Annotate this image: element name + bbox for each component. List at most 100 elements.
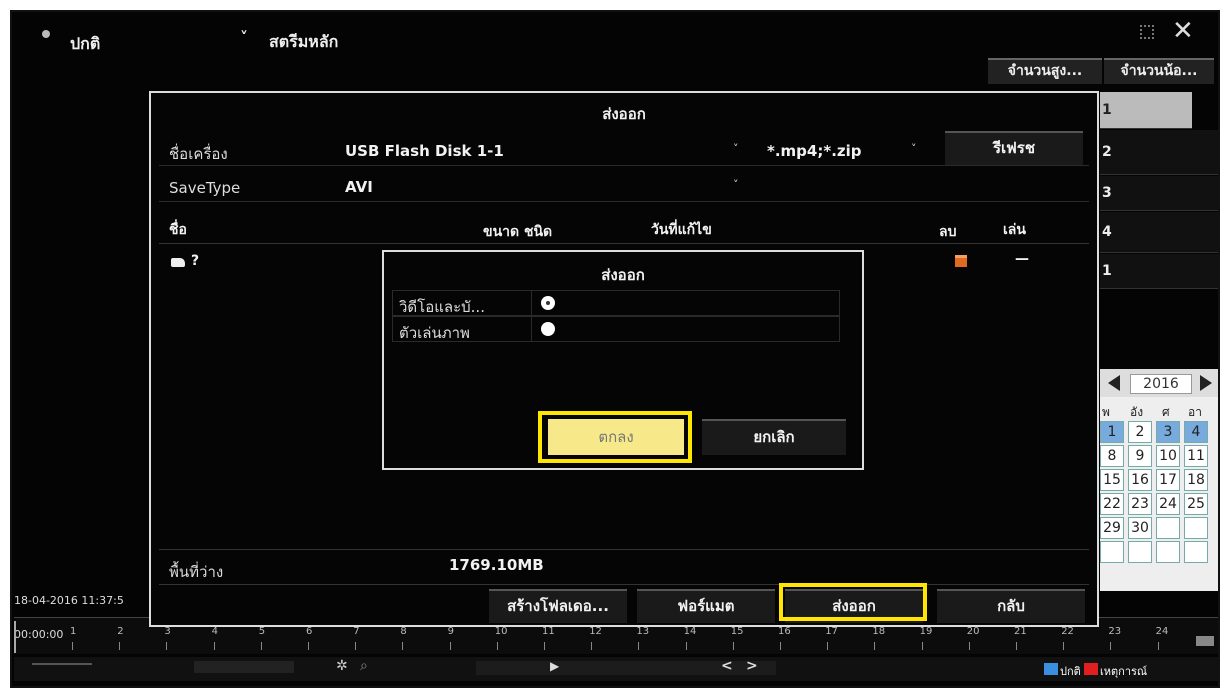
calendar-day[interactable]: 4 bbox=[1184, 421, 1208, 443]
fullscreen-icon[interactable] bbox=[1140, 25, 1154, 39]
clip-tools[interactable] bbox=[194, 661, 294, 673]
calendar-day[interactable]: 3 bbox=[1156, 421, 1180, 443]
cancel-button[interactable]: ยกเลิก bbox=[702, 419, 846, 455]
play-dash[interactable]: — bbox=[1015, 251, 1029, 267]
option-player-radio[interactable] bbox=[541, 322, 555, 336]
calendar-day[interactable] bbox=[1156, 517, 1180, 539]
search-icon[interactable]: ⌕ bbox=[360, 658, 368, 674]
calendar-day[interactable]: 9 bbox=[1128, 445, 1152, 467]
camera-item[interactable]: 1 bbox=[1100, 92, 1192, 129]
ok-button[interactable]: ตกลง bbox=[548, 419, 684, 455]
chevron-down-icon[interactable]: ˅ bbox=[240, 28, 248, 47]
camera-item[interactable]: 4 bbox=[1100, 212, 1218, 253]
trash-icon[interactable] bbox=[955, 255, 967, 267]
timeline-hour-tick bbox=[1016, 642, 1017, 650]
calendar-day[interactable]: 22 bbox=[1100, 493, 1124, 515]
format-button[interactable]: ฟอร์แมต bbox=[637, 589, 775, 623]
calendar-day[interactable]: 15 bbox=[1100, 469, 1124, 491]
savetype-value: AVI bbox=[345, 178, 373, 196]
timeline-hour-tick bbox=[213, 642, 215, 650]
calendar-day[interactable]: 25 bbox=[1184, 493, 1208, 515]
sort-low-button[interactable]: จำนวนน้อ... bbox=[1104, 58, 1214, 84]
col-delete: ลบ bbox=[939, 224, 957, 240]
camera-item[interactable]: 1 bbox=[1100, 254, 1218, 289]
option-row-player[interactable]: ตัวเล่นภาพ bbox=[392, 316, 840, 342]
mode-radio-icon[interactable] bbox=[42, 30, 50, 38]
volume-slider[interactable] bbox=[32, 663, 92, 665]
prev-year-icon[interactable] bbox=[1108, 375, 1120, 391]
legend-normal-swatch bbox=[1044, 663, 1058, 675]
timeline-hour-label: 12 bbox=[589, 626, 602, 637]
device-label: ชื่อเครื่อง bbox=[169, 145, 228, 163]
weekday-label: ศ bbox=[1162, 405, 1170, 419]
weekday-label: อา bbox=[1188, 405, 1202, 419]
timeline-hour-label: 9 bbox=[447, 626, 454, 637]
timeline-hour-tick bbox=[780, 642, 781, 650]
mode-label[interactable]: ปกติ bbox=[70, 32, 100, 57]
zoom-button[interactable] bbox=[1196, 636, 1214, 646]
datetime-label: 18-04-2016 11:37:5 bbox=[14, 594, 124, 607]
folder-icon bbox=[171, 258, 185, 267]
calendar-day[interactable]: 11 bbox=[1184, 445, 1208, 467]
prev-frame-icon[interactable]: < bbox=[721, 658, 733, 674]
timeline-hour-label: 8 bbox=[400, 626, 407, 637]
calendar-day[interactable]: 16 bbox=[1128, 469, 1152, 491]
timeline-hour-label: 20 bbox=[966, 626, 980, 637]
chevron-down-icon: ˅ bbox=[733, 142, 739, 155]
calendar-day[interactable]: 10 bbox=[1156, 445, 1180, 467]
timeline-hour-tick bbox=[685, 642, 687, 650]
filter-value: *.mp4;*.zip bbox=[767, 142, 862, 160]
timeline-hour-label: 23 bbox=[1108, 626, 1122, 637]
calendar-day[interactable]: 8 bbox=[1100, 445, 1124, 467]
radio-dot bbox=[546, 301, 550, 305]
timeline-hour-label: 17 bbox=[825, 626, 838, 637]
stream-select[interactable]: สตรีมหลัก bbox=[269, 30, 338, 55]
next-frame-icon[interactable]: > bbox=[746, 658, 758, 674]
camera-item[interactable]: 3 bbox=[1100, 176, 1218, 211]
close-icon[interactable]: ✕ bbox=[1172, 18, 1194, 44]
col-name: ชื่อ bbox=[169, 222, 187, 238]
settings-gear-icon[interactable]: ✲ bbox=[336, 658, 348, 674]
calendar-day-empty bbox=[1100, 541, 1124, 563]
calendar-day[interactable]: 18 bbox=[1184, 469, 1208, 491]
calendar: 2016 พ อัง ศ อา 1 2 3 4 8 9 10 11 15 16 … bbox=[1100, 369, 1218, 591]
calendar-day[interactable]: 29 bbox=[1100, 517, 1124, 539]
timeline-hour-tick bbox=[119, 642, 121, 650]
camera-item[interactable]: 2 bbox=[1100, 130, 1218, 175]
calendar-day[interactable]: 2 bbox=[1128, 421, 1152, 443]
sort-high-button[interactable]: จำนวนสูง... bbox=[988, 58, 1102, 84]
dvr-screen: ปกติ ˅ สตรีมหลัก ✕ จำนวนสูง... จำนวนน้อ.… bbox=[10, 10, 1220, 688]
timeline-hour-label: 11 bbox=[542, 626, 555, 637]
calendar-day[interactable] bbox=[1184, 517, 1208, 539]
timeline-hour-label: 7 bbox=[353, 626, 360, 637]
calendar-day[interactable]: 1 bbox=[1100, 421, 1124, 443]
free-space-value: 1769.10MB bbox=[449, 556, 544, 574]
create-folder-button[interactable]: สร้างโฟลเดอ... bbox=[489, 589, 627, 623]
back-button[interactable]: กลับ bbox=[937, 589, 1085, 623]
option-row-video[interactable]: วิดีโอและบั... bbox=[392, 290, 840, 316]
timeline-hour-tick bbox=[544, 642, 545, 650]
export-options-dialog: ส่งออก วิดีโอและบั... ตัวเล่นภาพ ตกลง ยก… bbox=[382, 250, 864, 470]
filter-select[interactable]: *.mp4;*.zip ˅ bbox=[763, 131, 919, 165]
timeline-hour-label: 2 bbox=[117, 626, 124, 637]
timeline-hour-tick bbox=[496, 642, 498, 650]
timeline-hour-label: 13 bbox=[636, 626, 650, 637]
divider bbox=[531, 291, 532, 315]
refresh-button[interactable]: รีเฟรช bbox=[945, 131, 1083, 165]
free-space-label: พื้นที่ว่าง bbox=[169, 563, 224, 581]
calendar-day[interactable]: 23 bbox=[1128, 493, 1152, 515]
timeline-hour-label: 10 bbox=[494, 626, 508, 637]
timeline-hour-label: 21 bbox=[1014, 626, 1027, 637]
next-year-icon[interactable] bbox=[1200, 375, 1212, 391]
device-select[interactable]: USB Flash Disk 1-1 ˅ bbox=[335, 131, 755, 165]
option-video-radio[interactable] bbox=[541, 296, 555, 310]
calendar-day[interactable]: 30 bbox=[1128, 517, 1152, 539]
export-dialog-title: ส่งออก bbox=[602, 105, 646, 123]
play-icon[interactable]: ▶ bbox=[550, 659, 559, 673]
timeline-hour-label: 24 bbox=[1155, 626, 1169, 637]
calendar-day[interactable]: 24 bbox=[1156, 493, 1180, 515]
timeline-hour-tick bbox=[166, 642, 168, 650]
calendar-day[interactable]: 17 bbox=[1156, 469, 1180, 491]
savetype-select[interactable]: AVI ˅ bbox=[335, 169, 755, 201]
calendar-day-empty bbox=[1184, 541, 1208, 563]
